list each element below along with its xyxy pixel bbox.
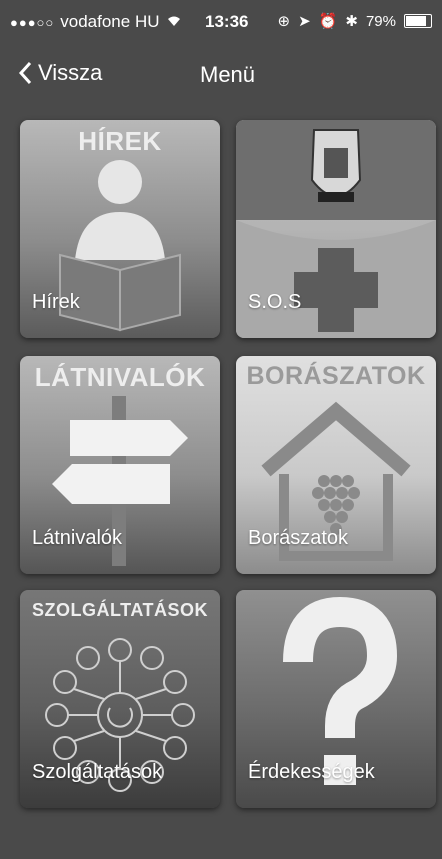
wifi-icon <box>166 12 182 32</box>
signal-strength-icon: ●●●○○ <box>10 14 55 30</box>
status-time: 13:36 <box>205 12 249 31</box>
tile-latnivalok[interactable]: LÁTNIVALÓK Látnivalók <box>20 356 220 574</box>
back-label: Vissza <box>38 60 103 85</box>
navigation-bar: Vissza Menü <box>0 52 442 98</box>
tile-sos[interactable]: S.O.S <box>236 120 436 338</box>
alarm-icon: ⏰ <box>318 13 338 30</box>
tile-label-sos: S.O.S <box>248 291 302 313</box>
location-icon: ➤ <box>298 13 311 30</box>
rotation-lock-icon: ⊕ <box>277 13 291 30</box>
tile-erdekessegek[interactable]: Érdekességek <box>236 590 436 808</box>
battery-icon <box>404 14 432 28</box>
page-title: Menü <box>200 62 256 87</box>
tile-boraszatok[interactable]: BORÁSZATOK Borászatok <box>236 356 436 574</box>
tile-szolgaltatasok[interactable]: SZOLGÁLTATÁSOK Szolgáltatások <box>20 590 220 808</box>
tile-header-latnivalok: LÁTNIVALÓK <box>34 362 206 392</box>
chevron-left-icon <box>18 61 32 85</box>
tile-label-boraszatok: Borászatok <box>248 527 349 549</box>
tile-header-hirek: HÍREK <box>78 126 162 156</box>
tile-label-szolgaltatasok: Szolgáltatások <box>32 761 163 783</box>
carrier-name: vodafone HU <box>60 12 160 31</box>
tile-header-szolgaltatasok: SZOLGÁLTATÁSOK <box>32 600 208 620</box>
status-bar: ●●●○○ vodafone HU 13:36 ⊕ ➤ ⏰ ✱ 79% <box>0 0 442 44</box>
tile-header-boraszatok: BORÁSZATOK <box>246 362 426 390</box>
tile-label-hirek: Hírek <box>32 291 80 313</box>
tile-label-erdekessegek: Érdekességek <box>248 761 375 783</box>
tile-label-latnivalok: Látnivalók <box>32 527 123 549</box>
back-button[interactable]: Vissza <box>18 60 102 86</box>
battery-percent: 79% <box>365 12 396 30</box>
bluetooth-icon: ✱ <box>345 13 358 30</box>
tile-hirek[interactable]: HÍREK Hírek <box>20 120 220 338</box>
